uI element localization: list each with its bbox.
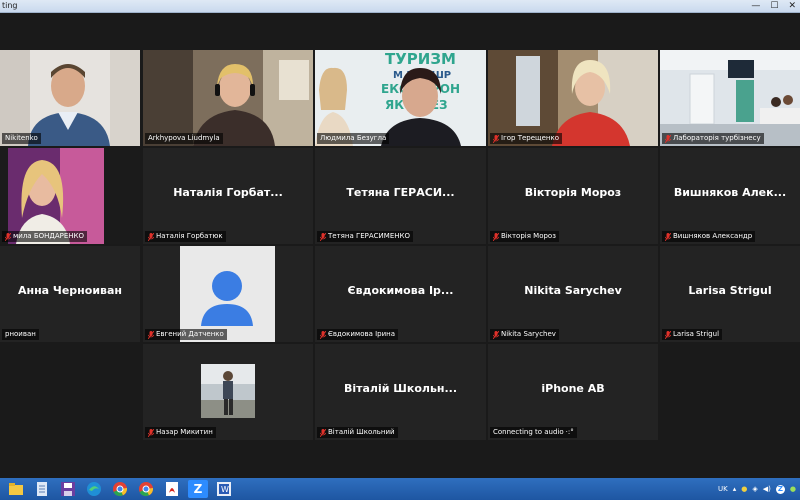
muted-mic-icon [320,232,326,241]
muted-mic-icon [148,428,154,437]
muted-mic-icon [148,232,154,241]
participant-tile[interactable]: Евгений Датченко [143,246,313,342]
participant-display-name: Nikita Sarychev [524,284,622,297]
volume-icon[interactable]: ◀) [763,485,771,493]
gallery-view: Nikitenko Arkhypova Liudmyla ТУРИЗМ М МА… [0,48,800,443]
participant-name-label: Вікторія Мороз [490,231,559,242]
participant-tile[interactable]: Nikita Sarychev Nikita Sarychev [488,246,658,342]
video-feed-woman-banner: ТУРИЗМ М МАРШР ЕКСК БРОН ЯК А БЕЗ [315,50,486,146]
muted-mic-icon [493,134,499,143]
window-title: ting [2,1,18,10]
video-feed-woman-headphones [143,50,313,146]
participant-name-label: Larisa Strigul [662,329,723,340]
muted-mic-icon [665,232,671,241]
windows-taskbar: Z W UK ▴ ● ◈ ◀) Z ● [0,478,800,500]
participant-display-name: Вікторія Мороз [524,186,622,199]
participant-name-label: Наталія Горбатюк [145,231,226,242]
participant-display-name: Наталія Горбат... [173,186,283,199]
participant-tile[interactable]: мила БОНДАРЕНКО [0,148,140,244]
participant-name-label: мила БОНДАРЕНКО [2,231,88,242]
participant-name-label: Лабораторія турбізнесу [662,133,764,144]
participant-tile[interactable]: Назар Микитин [143,344,313,440]
participant-tile[interactable]: Вікторія Мороз Вікторія Мороз [488,148,658,244]
participant-tile[interactable]: Тетяна ГЕРАСИ... Тетяна ГЕРАСИМЕНКО [315,148,486,244]
window-titlebar: ting — ☐ ✕ [0,0,800,13]
banner-line-1: ТУРИЗМ [385,50,456,68]
participant-name-label: Arkhypova Liudmyla [145,133,223,144]
svg-text:W: W [221,485,229,494]
close-icon[interactable]: ✕ [788,0,796,12]
muted-mic-icon [320,428,326,437]
tray-arrow-icon[interactable]: ▴ [733,485,737,493]
pdf-icon[interactable] [162,480,182,498]
participant-tile[interactable]: Наталія Горбат... Наталія Горбатюк [143,148,313,244]
participant-display-name: Тетяна ГЕРАСИ... [346,186,455,199]
chrome-icon[interactable] [110,480,130,498]
participant-tile[interactable]: Arkhypova Liudmyla [143,50,313,146]
participant-tile-active-speaker[interactable]: ТУРИЗМ М МАРШР ЕКСК БРОН ЯК А БЕЗ Людмил… [315,50,486,146]
participant-display-name: Larisa Strigul [688,284,772,297]
participant-name-label: Nikita Sarychev [490,329,559,340]
participant-tile[interactable]: Nikitenko [0,50,140,146]
participant-name-label: Евгений Датченко [145,329,227,340]
participant-tile[interactable]: Larisa Strigul Larisa Strigul [660,246,800,342]
participant-tile[interactable]: iPhone AB Connecting to audio ·:° [488,344,658,440]
participant-tile[interactable]: Євдокимова Ір... Євдокимова Ірина [315,246,486,342]
video-feed-man-office [0,50,140,146]
explorer-icon[interactable] [6,480,26,498]
meeting-top-area [0,13,800,48]
participant-name-label: Вишняков Александр [662,231,756,242]
video-feed-classroom [660,50,800,146]
minimize-icon[interactable]: — [751,0,760,12]
participant-name-label: Тетяна ГЕРАСИМЕНКО [317,231,413,242]
notepad-icon[interactable] [32,480,52,498]
zoom-icon[interactable]: Z [188,480,208,498]
participant-tile[interactable]: Вишняков Алек... Вишняков Александр [660,148,800,244]
participant-name-label: Євдокимова Ірина [317,329,399,340]
participant-display-name: Віталій Школьн... [343,382,458,395]
muted-mic-icon [665,134,671,143]
maximize-icon[interactable]: ☐ [770,0,778,12]
edge-icon[interactable] [84,480,104,498]
participant-display-name: Євдокимова Ір... [347,284,454,297]
network-icon[interactable]: ◈ [752,485,757,493]
save-icon[interactable] [58,480,78,498]
chrome-icon-2[interactable] [136,480,156,498]
tray-app-icon[interactable]: ● [790,485,796,493]
participant-name-label: Connecting to audio ·:° [490,427,577,438]
participant-name-label: Nikitenko [2,133,41,144]
word-icon[interactable]: W [214,480,234,498]
participant-tile[interactable]: Анна Черноиван рноиван [0,246,140,342]
participant-display-name: iPhone AB [541,382,605,395]
meeting-bottom-area [0,443,800,478]
video-feed-avatar [143,246,313,342]
muted-mic-icon [493,330,499,339]
muted-mic-icon [5,232,11,241]
participant-display-name: Вишняков Алек... [673,186,787,199]
participant-name-label: Віталій Школьний [317,427,398,438]
participant-name-label: рноиван [2,329,39,340]
zoom-tray-icon[interactable]: Z [775,484,785,494]
muted-mic-icon [320,330,326,339]
participant-name-label: Людмила Безугла [317,133,390,144]
participant-display-name: Анна Черноиван [17,284,123,297]
participant-tile[interactable]: Віталій Школьн... Віталій Школьний [315,344,486,440]
participant-tile[interactable]: Ігор Терещенко [488,50,658,146]
muted-mic-icon [148,330,154,339]
video-feed-woman-purple [0,148,140,244]
connecting-audio-icon: ·:° [565,428,574,436]
security-icon[interactable]: ● [741,485,747,493]
muted-mic-icon [665,330,671,339]
system-tray: UK ▴ ● ◈ ◀) Z ● [718,478,796,500]
window-controls: — ☐ ✕ [751,0,796,12]
video-feed-woman-blonde [488,50,658,146]
participant-tile[interactable]: Лабораторія турбізнесу [660,50,800,146]
input-language-indicator[interactable]: UK [718,485,728,493]
video-feed-man-outdoor [143,344,313,440]
participant-name-label: Ігор Терещенко [490,133,563,144]
participant-name-label: Назар Микитин [145,427,216,438]
muted-mic-icon [493,232,499,241]
